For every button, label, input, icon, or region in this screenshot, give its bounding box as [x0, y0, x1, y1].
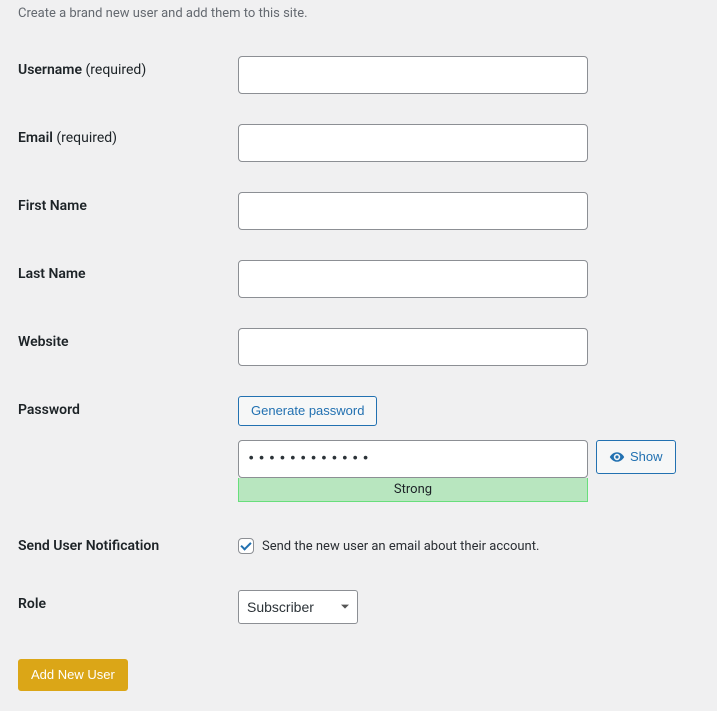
- password-strength-meter: Strong: [238, 478, 588, 502]
- role-label: Role: [18, 575, 238, 639]
- show-password-button[interactable]: Show: [596, 440, 676, 474]
- notification-checkbox[interactable]: [238, 538, 254, 554]
- notification-label: Send User Notification: [18, 517, 238, 575]
- role-select[interactable]: Subscriber: [238, 590, 358, 624]
- first-name-input[interactable]: [238, 192, 588, 230]
- password-label: Password: [18, 381, 238, 517]
- password-input[interactable]: [238, 440, 588, 478]
- show-password-label: Show: [630, 449, 663, 464]
- user-form-table: Username (required) Email (required) Fir…: [18, 41, 697, 639]
- last-name-label: Last Name: [18, 245, 238, 313]
- intro-text: Create a brand new user and add them to …: [18, 6, 697, 21]
- website-input[interactable]: [238, 328, 588, 366]
- username-input[interactable]: [238, 56, 588, 94]
- email-input[interactable]: [238, 124, 588, 162]
- email-label: Email (required): [18, 109, 238, 177]
- notification-text: Send the new user an email about their a…: [262, 539, 539, 554]
- website-label: Website: [18, 313, 238, 381]
- eye-icon: [609, 449, 625, 465]
- first-name-label: First Name: [18, 177, 238, 245]
- username-label: Username (required): [18, 41, 238, 109]
- add-new-user-button[interactable]: Add New User: [18, 659, 128, 691]
- generate-password-button[interactable]: Generate password: [238, 396, 377, 426]
- last-name-input[interactable]: [238, 260, 588, 298]
